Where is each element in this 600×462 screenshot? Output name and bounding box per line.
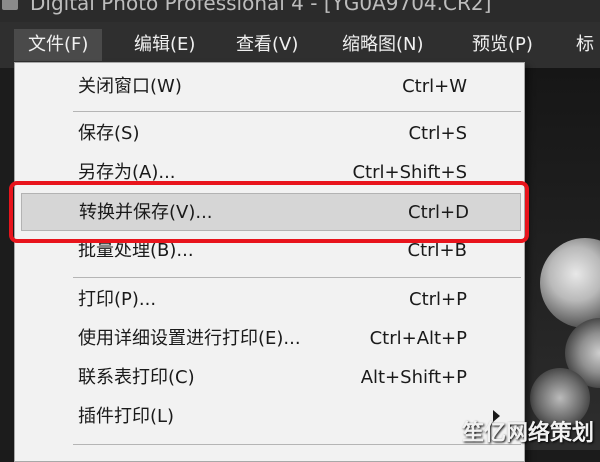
menu-separator (73, 111, 521, 112)
menu-item-print[interactable]: 打印(P)... Ctrl+P (15, 281, 524, 319)
app-icon (2, 0, 18, 10)
annotation-highlight-box (9, 181, 529, 243)
menu-separator (73, 277, 521, 278)
watermark-text: 笙亿网络策划 (461, 421, 594, 446)
menu-item-label: 打印(P)... (78, 289, 157, 310)
menu-view[interactable]: 查看(V) (222, 29, 312, 61)
menu-more[interactable]: 标 (562, 29, 600, 61)
menu-file[interactable]: 文件(F) (14, 29, 103, 61)
file-menu-dropdown: 关闭窗口(W) Ctrl+W 保存(S) Ctrl+S 另存为(A)... Ct… (14, 62, 525, 462)
menu-item-close-window[interactable]: 关闭窗口(W) Ctrl+W (15, 68, 524, 106)
menu-item-shortcut: Ctrl+W (402, 76, 467, 97)
menu-item-save[interactable]: 保存(S) Ctrl+S (15, 115, 524, 153)
menu-item-plugin-print[interactable]: 插件打印(L) (15, 398, 524, 436)
menu-item-label: 插件打印(L) (78, 406, 175, 427)
window-title: Digital Photo Professional 4 - [YG0A9704… (30, 0, 492, 15)
menu-item-print-detailed[interactable]: 使用详细设置进行打印(E)... Ctrl+Alt+P (15, 320, 524, 358)
photo-highlight (540, 238, 600, 328)
menu-item-label: 联系表打印(C) (78, 367, 195, 388)
menu-item-label: 保存(S) (78, 123, 140, 144)
menu-item-shortcut: Ctrl+Alt+P (369, 328, 467, 349)
photo-preview-area (525, 68, 600, 450)
workspace-left-edge (0, 68, 14, 450)
menu-item-contact-sheet-print[interactable]: 联系表打印(C) Alt+Shift+P (15, 359, 524, 397)
menu-item-shortcut: Ctrl+P (409, 289, 467, 310)
menu-thumbnail[interactable]: 缩略图(N) (328, 29, 438, 61)
menu-item-shortcut: Alt+Shift+P (360, 367, 467, 388)
menu-edit[interactable]: 编辑(E) (120, 29, 209, 61)
menu-preview[interactable]: 预览(P) (458, 29, 547, 61)
menu-item-label: 关闭窗口(W) (78, 76, 182, 97)
window-titlebar: Digital Photo Professional 4 - [YG0A9704… (0, 0, 600, 22)
menu-separator (73, 444, 521, 445)
menu-item-shortcut: Ctrl+S (408, 123, 467, 144)
menu-item-label: 使用详细设置进行打印(E)... (78, 328, 301, 349)
